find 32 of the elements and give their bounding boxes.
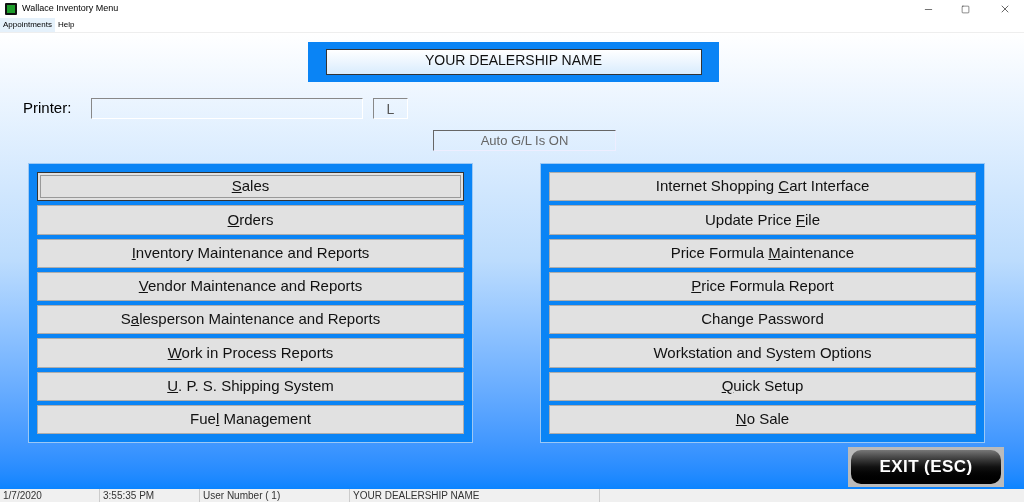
menu-button[interactable]: Price Formula Report xyxy=(549,271,976,301)
gl-status: Auto G/L Is ON xyxy=(433,130,616,151)
menu-item[interactable]: Appointments xyxy=(0,18,55,32)
dealership-name: YOUR DEALERSHIP NAME xyxy=(325,49,702,75)
printer-label: Printer: xyxy=(23,98,73,119)
menu-button[interactable]: Change Password xyxy=(549,305,976,335)
menu-button[interactable]: Inventory Maintenance and Reports xyxy=(37,238,464,268)
menu-button[interactable]: Orders xyxy=(37,205,464,235)
menu-button[interactable]: Quick Setup xyxy=(549,371,976,401)
menu-button[interactable]: U. P. S. Shipping System xyxy=(37,371,464,401)
exit-button[interactable]: EXIT (ESC) xyxy=(848,447,1004,487)
status-field: 3:55:35 PM xyxy=(100,489,200,502)
status-field: 1/7/2020 xyxy=(0,489,100,502)
menu-button[interactable]: Workstation and System Options xyxy=(549,338,976,368)
status-field: YOUR DEALERSHIP NAME xyxy=(350,489,600,502)
menu-button[interactable]: Price Formula Maintenance xyxy=(549,238,976,268)
printer-field[interactable] xyxy=(91,98,363,119)
menu-button[interactable]: Internet Shopping Cart Interface xyxy=(549,172,976,202)
menu-button[interactable]: Update Price File xyxy=(549,205,976,235)
printer-code: L xyxy=(373,98,408,119)
menu-button[interactable]: Fuel Management xyxy=(37,404,464,434)
maximize-icon[interactable] xyxy=(961,4,970,14)
close-icon[interactable] xyxy=(999,3,1011,15)
menu-item[interactable]: Help xyxy=(54,18,78,32)
menu-button[interactable]: Work in Process Reports xyxy=(37,338,464,368)
menu-button[interactable]: Vendor Maintenance and Reports xyxy=(37,271,464,301)
status-field: User Number ( 1) xyxy=(200,489,350,502)
menu-button[interactable]: Salesperson Maintenance and Reports xyxy=(37,305,464,335)
menu-button[interactable]: Sales xyxy=(37,172,464,202)
menu-button[interactable]: No Sale xyxy=(549,404,976,434)
app-icon xyxy=(5,3,17,15)
window-title: Wallace Inventory Menu xyxy=(22,2,119,16)
